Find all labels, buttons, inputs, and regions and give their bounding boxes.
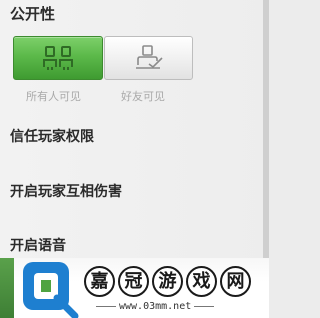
brand-char: 冠 <box>118 266 149 297</box>
friend-with-check-icon <box>135 45 163 69</box>
brand-char: 游 <box>152 266 183 297</box>
visibility-all-caption: 所有人可见 <box>26 90 81 103</box>
setting-voice-chat[interactable]: 开启语音 <box>10 235 66 255</box>
visibility-section-title: 公开性 <box>10 5 56 23</box>
brand-char: 戏 <box>186 266 217 297</box>
two-people-icon <box>43 46 73 70</box>
watermark-green-strip <box>0 258 14 318</box>
watermark-url: www.03mm.net <box>93 301 217 312</box>
brand-char: 网 <box>220 266 251 297</box>
setting-trust-players[interactable]: 信任玩家权限 <box>10 126 94 146</box>
watermark-brand-name: 嘉 冠 游 戏 网 <box>84 266 251 297</box>
visibility-friends-button[interactable] <box>104 36 193 80</box>
setting-player-damage[interactable]: 开启玩家互相伤害 <box>10 181 122 201</box>
panel-scroll-edge <box>263 0 269 258</box>
visibility-all-button[interactable] <box>13 36 103 80</box>
visibility-friends-caption: 好友可见 <box>121 90 165 103</box>
brand-char: 嘉 <box>84 266 115 297</box>
site-logo-icon <box>23 262 79 318</box>
